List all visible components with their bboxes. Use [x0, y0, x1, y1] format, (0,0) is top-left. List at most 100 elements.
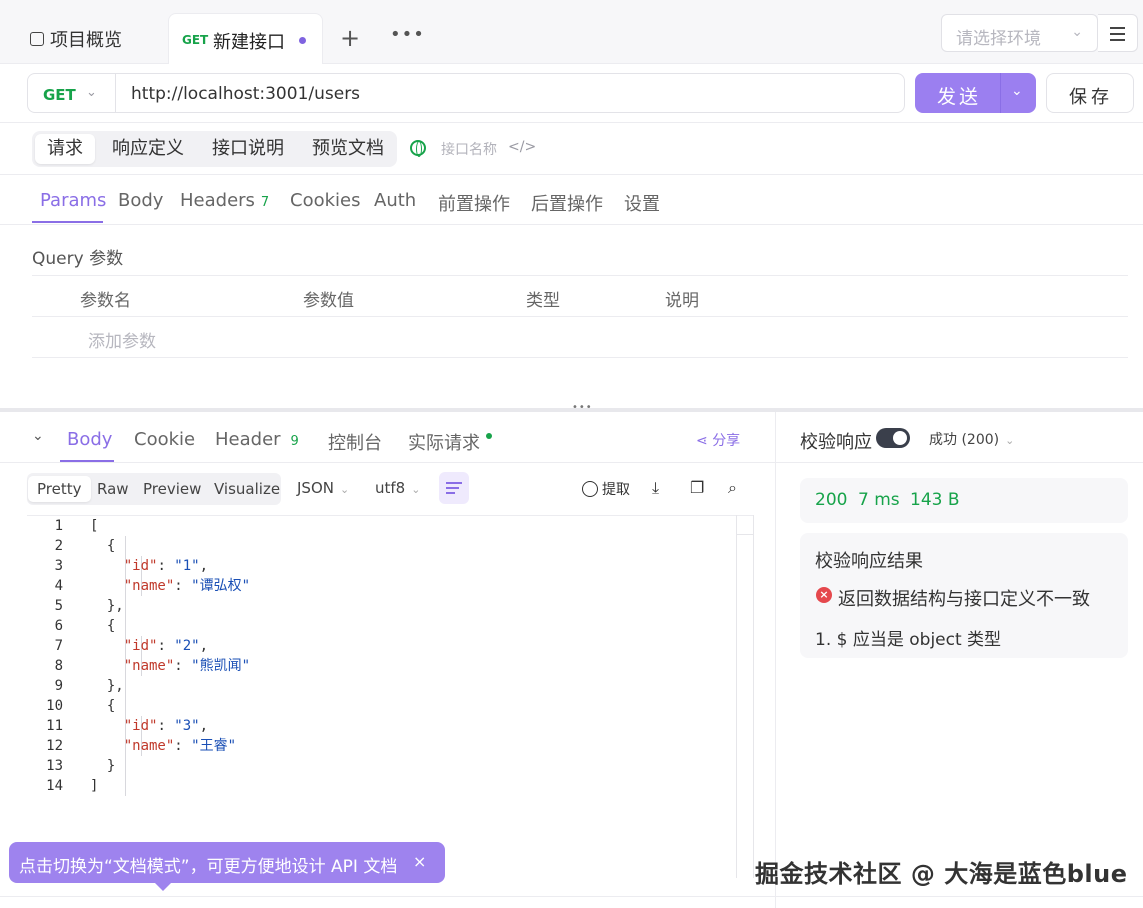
download-icon[interactable]: ⤓ — [652, 478, 659, 498]
format-preview[interactable]: Preview — [134, 476, 210, 502]
chevron-down-icon: ⌄ — [1071, 24, 1083, 40]
tab-method-badge: GET — [182, 33, 209, 47]
tab-body[interactable]: Body — [118, 190, 163, 211]
method-select[interactable]: GET ⌄ — [27, 73, 117, 113]
line-number: 2 — [54, 538, 63, 554]
subtab-response-definition[interactable]: 响应定义 — [100, 134, 196, 164]
tab-cookies[interactable]: Cookies — [290, 190, 360, 211]
format-visualize[interactable]: Visualize — [205, 476, 289, 502]
add-tab-button[interactable]: + — [340, 24, 360, 52]
language-select[interactable]: JSON ⌄ — [297, 479, 349, 497]
subtab-api-description[interactable]: 接口说明 — [200, 134, 296, 164]
tab-pre-processors[interactable]: 前置操作 — [438, 190, 510, 216]
line-number: 5 — [54, 598, 63, 614]
extract-label: 提取 — [602, 482, 630, 498]
url-input[interactable]: http://localhost:3001/users — [115, 73, 905, 113]
code-text: [ — [90, 518, 99, 534]
response-tab-header[interactable]: Header 9 — [215, 429, 299, 450]
line-number: 10 — [46, 698, 63, 714]
code-icon[interactable]: </> — [508, 139, 536, 155]
response-tab-cookie[interactable]: Cookie — [134, 429, 195, 450]
code-text: }, — [90, 598, 124, 614]
validate-response-toggle[interactable] — [876, 428, 910, 448]
drag-handle-icon[interactable]: ••• — [572, 402, 593, 413]
line-number: 9 — [54, 678, 63, 694]
close-icon[interactable]: × — [413, 852, 426, 871]
send-options-chevron-icon[interactable]: ⌄ — [1011, 83, 1023, 99]
more-icon[interactable]: ••• — [390, 24, 425, 45]
line-number: 7 — [54, 638, 63, 654]
code-line: 6 { — [27, 616, 116, 636]
endpoint-name-input[interactable]: 接口名称 — [441, 139, 497, 159]
copy-icon[interactable]: ❐ — [690, 478, 704, 497]
line-number: 6 — [54, 618, 63, 634]
add-param-input[interactable]: 添加参数 — [88, 327, 156, 352]
tab-headers[interactable]: Headers 7 — [180, 190, 269, 211]
validate-response-label: 校验响应 — [800, 432, 872, 453]
environment-select[interactable]: 请选择环境 ⌄ — [941, 14, 1098, 52]
response-tab-console[interactable]: 控制台 — [328, 429, 382, 455]
response-tab-actual-request[interactable]: 实际请求 — [408, 429, 492, 455]
code-text: { — [90, 538, 116, 554]
format-raw[interactable]: Raw — [88, 476, 138, 502]
word-wrap-button[interactable] — [439, 472, 469, 504]
search-icon[interactable]: ⌕ — [728, 478, 737, 498]
tab-auth[interactable]: Auth — [374, 190, 416, 211]
tab-settings[interactable]: 设置 — [624, 190, 660, 216]
watermark: 掘金技术社区 @ 大海是蓝色blue — [755, 860, 1128, 888]
response-status-value: 成功 (200) — [929, 432, 1000, 448]
tab-project-overview[interactable]: 项目概览 — [30, 26, 122, 52]
code-line: 11 "id": "3", — [27, 716, 208, 736]
validation-error-detail: 1. $ 应当是 object 类型 — [815, 630, 1002, 650]
code-line: 5 }, — [27, 596, 124, 616]
validation-result-title: 校验响应结果 — [815, 551, 923, 572]
code-line: 14] — [27, 776, 98, 796]
unsaved-dot-icon — [299, 37, 306, 44]
share-button[interactable]: ⋖ 分享 — [696, 430, 740, 450]
extract-button[interactable]: 提取 — [582, 479, 630, 499]
url-value: http://localhost:3001/users — [131, 84, 361, 104]
line-number: 1 — [54, 518, 63, 534]
line-number: 12 — [46, 738, 63, 754]
menu-icon — [1110, 27, 1125, 29]
response-time: 7 ms — [858, 490, 900, 510]
code-text: "id": "3", — [123, 718, 209, 734]
code-text: "name": "王睿" — [123, 738, 237, 754]
response-status-select[interactable]: 成功 (200) ⌄ — [929, 429, 1014, 449]
column-param-value: 参数值 — [303, 291, 354, 311]
code-text: "name": "熊凯闻" — [123, 658, 251, 674]
code-line: 3 "id": "1", — [27, 556, 208, 576]
tooltip-text: 点击切换为“文档模式”，可更方便地设计 API 文档 — [19, 857, 398, 877]
globe-icon[interactable] — [410, 140, 426, 157]
code-text: }, — [90, 678, 124, 694]
tab-new-endpoint[interactable]: GET 新建接口 — [168, 13, 323, 64]
column-type: 类型 — [526, 291, 560, 311]
json-value: 1 — [182, 558, 192, 574]
code-text: "id": "1", — [123, 558, 209, 574]
subtab-request[interactable]: 请求 — [35, 134, 95, 164]
menu-button[interactable] — [1098, 14, 1138, 52]
tab-params[interactable]: Params — [40, 190, 106, 211]
line-number: 8 — [54, 658, 63, 674]
subtab-preview-doc[interactable]: 预览文档 — [300, 134, 396, 164]
share-label: 分享 — [712, 433, 741, 449]
response-tab-body[interactable]: Body — [67, 429, 112, 450]
editor-scrollbar[interactable] — [736, 515, 754, 878]
response-body-editor[interactable]: 1[2 {3 "id": "1", 4 "name": "谭弘权" 5 }, 6 {7… — [27, 515, 754, 878]
send-button[interactable]: 发送 ⌄ — [915, 73, 1036, 113]
json-value: 3 — [182, 718, 192, 734]
encoding-select[interactable]: utf8 ⌄ — [375, 479, 420, 497]
collapse-chevron-icon[interactable]: ⌄ — [32, 428, 44, 444]
code-line: 9 }, — [27, 676, 124, 696]
line-number: 14 — [46, 778, 63, 794]
format-pretty[interactable]: Pretty — [28, 476, 91, 502]
json-value: 王睿 — [199, 738, 228, 754]
request-sub-tabs: 请求 响应定义 接口说明 预览文档 — [32, 131, 397, 167]
tab-post-processors[interactable]: 后置操作 — [531, 190, 603, 216]
share-icon: ⋖ — [696, 433, 708, 449]
code-line: 10 { — [27, 696, 115, 716]
error-icon: × — [816, 587, 832, 603]
save-button[interactable]: 保存 — [1046, 73, 1134, 113]
doc-mode-tooltip[interactable]: 点击切换为“文档模式”，可更方便地设计 API 文档 × — [9, 842, 445, 883]
code-line: 8 "name": "熊凯闻" — [27, 656, 250, 676]
